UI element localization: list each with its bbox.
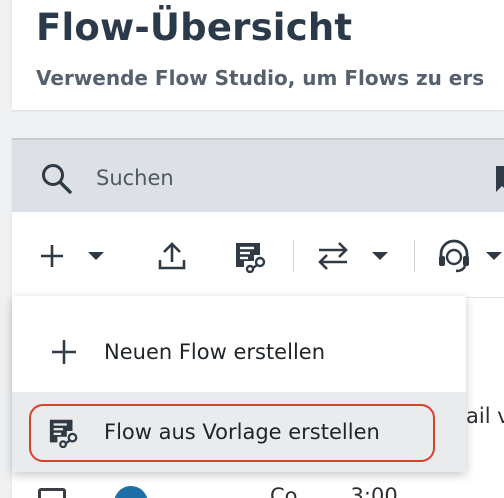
- menu-item-label: Flow aus Vorlage erstellen: [104, 420, 380, 444]
- flow-template-icon: [49, 419, 78, 448]
- row-checkbox[interactable]: [38, 488, 66, 498]
- import-button[interactable]: [156, 238, 190, 274]
- caret-down-icon: [88, 252, 104, 260]
- headset-icon: [439, 239, 469, 273]
- upload-icon: [158, 242, 186, 270]
- page-title: Flow-Übersicht: [36, 6, 353, 49]
- search-bar: [12, 138, 504, 212]
- list-cell-partial: ail v: [466, 404, 504, 428]
- caret-down-icon: [486, 252, 502, 260]
- toolbar-divider: [414, 240, 415, 272]
- transfer-button[interactable]: [316, 238, 392, 274]
- menu-item-label: Neuen Flow erstellen: [104, 340, 326, 364]
- plus-icon: [52, 340, 76, 364]
- caret-down-icon: [372, 252, 388, 260]
- page-header: Flow-Übersicht Verwende Flow Studio, um …: [12, 0, 504, 110]
- menu-item-flow-from-template[interactable]: Flow aus Vorlage erstellen: [12, 392, 466, 472]
- search-icon: [42, 164, 72, 194]
- swap-arrows-icon: [318, 242, 348, 270]
- list-cell-partial-row: Co... ... 3:00: [270, 484, 398, 498]
- create-flow-button[interactable]: [38, 238, 112, 274]
- toolbar-divider: [293, 240, 294, 272]
- search-input[interactable]: [96, 160, 456, 196]
- template-button[interactable]: [234, 238, 270, 274]
- toolbar: [12, 212, 504, 298]
- flow-template-icon: [236, 243, 266, 273]
- menu-item-new-flow[interactable]: Neuen Flow erstellen: [12, 312, 466, 392]
- plus-icon: [41, 245, 63, 267]
- create-flow-menu: Neuen Flow erstellen Flow aus Vorlage er…: [12, 296, 466, 472]
- page-subtitle: Verwende Flow Studio, um Flows zu ers: [36, 66, 485, 90]
- bookmark-icon[interactable]: [494, 164, 504, 194]
- support-button[interactable]: [436, 238, 504, 274]
